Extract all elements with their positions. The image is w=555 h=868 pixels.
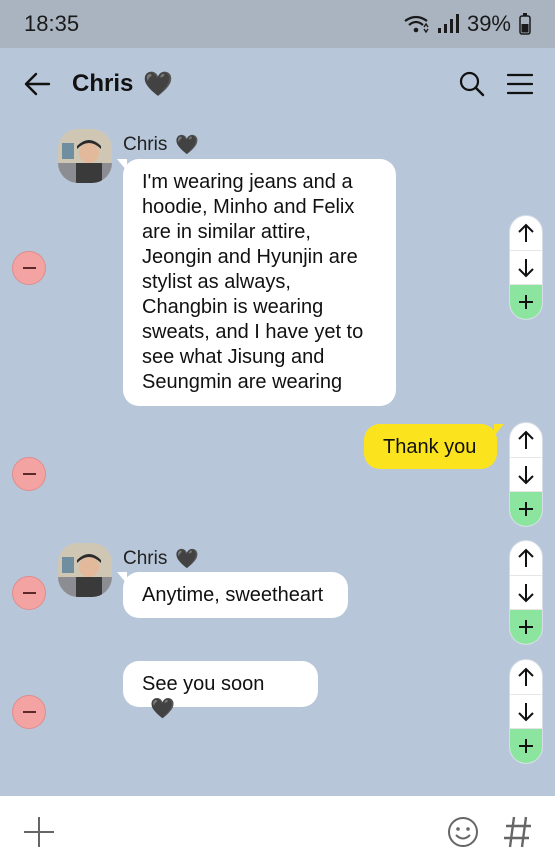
delete-message-button[interactable]	[12, 695, 46, 729]
minus-icon	[22, 267, 36, 269]
status-indicators: 39%	[403, 11, 531, 37]
avatar[interactable]	[58, 543, 112, 597]
move-up-button[interactable]	[510, 541, 542, 575]
add-message-button[interactable]	[510, 728, 542, 763]
emoji-icon[interactable]	[447, 816, 479, 848]
message-bubble[interactable]: Anytime, sweetheart	[117, 572, 348, 618]
heart-icon: 🖤	[150, 698, 175, 720]
header-actions	[459, 71, 533, 97]
hashtag-icon[interactable]	[503, 815, 533, 849]
plus-icon[interactable]	[22, 815, 56, 849]
delete-message-button[interactable]	[12, 251, 46, 285]
move-up-button[interactable]	[510, 423, 542, 457]
avatar[interactable]	[58, 129, 112, 183]
wifi-icon	[403, 14, 429, 34]
search-icon[interactable]	[459, 71, 485, 97]
move-down-button[interactable]	[510, 249, 542, 285]
sender-name-text: Chris	[123, 548, 168, 569]
chat-header: Chris 🖤	[0, 48, 555, 120]
status-time: 18:35	[24, 11, 80, 36]
delete-message-button[interactable]	[12, 457, 46, 491]
chat-title-text: Chris	[72, 70, 134, 97]
message-bubble[interactable]: See you soon 🖤	[123, 661, 318, 720]
move-down-button[interactable]	[510, 693, 542, 729]
message-bubble[interactable]: I'm wearing jeans and a hoodie, Minho an…	[117, 159, 396, 406]
back-arrow-icon[interactable]	[22, 69, 52, 99]
move-down-button[interactable]	[510, 574, 542, 610]
heart-icon: 🖤	[175, 135, 200, 156]
chat-title: Chris 🖤	[72, 70, 173, 99]
message-text: I'm wearing jeans and a hoodie, Minho an…	[142, 171, 364, 393]
move-up-button[interactable]	[510, 660, 542, 694]
message-controls	[509, 540, 543, 645]
battery-icon	[519, 13, 531, 35]
message-text: Thank you	[383, 436, 477, 458]
add-message-button[interactable]	[510, 609, 542, 644]
minus-icon	[22, 473, 36, 475]
message-composer	[0, 796, 555, 868]
message-controls	[509, 422, 543, 527]
sender-name: Chris 🖤	[123, 547, 199, 571]
sender-name: Chris 🖤	[123, 133, 199, 157]
move-down-button[interactable]	[510, 456, 542, 492]
sender-name-text: Chris	[123, 134, 168, 155]
minus-icon	[22, 592, 36, 594]
message-text: See you soon	[142, 673, 265, 695]
heart-icon: 🖤	[143, 70, 174, 98]
message-text: Anytime, sweetheart	[142, 584, 324, 606]
heart-icon: 🖤	[175, 549, 200, 570]
add-message-button[interactable]	[510, 284, 542, 319]
composer-actions	[447, 815, 533, 849]
message-controls	[509, 659, 543, 764]
battery-percent: 39%	[466, 11, 511, 36]
minus-icon	[22, 711, 36, 713]
my-message-bubble[interactable]: Thank you	[364, 424, 504, 469]
delete-message-button[interactable]	[12, 576, 46, 610]
signal-icon	[437, 14, 459, 34]
move-up-button[interactable]	[510, 216, 542, 250]
add-message-button[interactable]	[510, 491, 542, 526]
status-bar: 18:35 39%	[0, 0, 555, 48]
menu-icon[interactable]	[507, 73, 533, 95]
message-controls	[509, 215, 543, 320]
